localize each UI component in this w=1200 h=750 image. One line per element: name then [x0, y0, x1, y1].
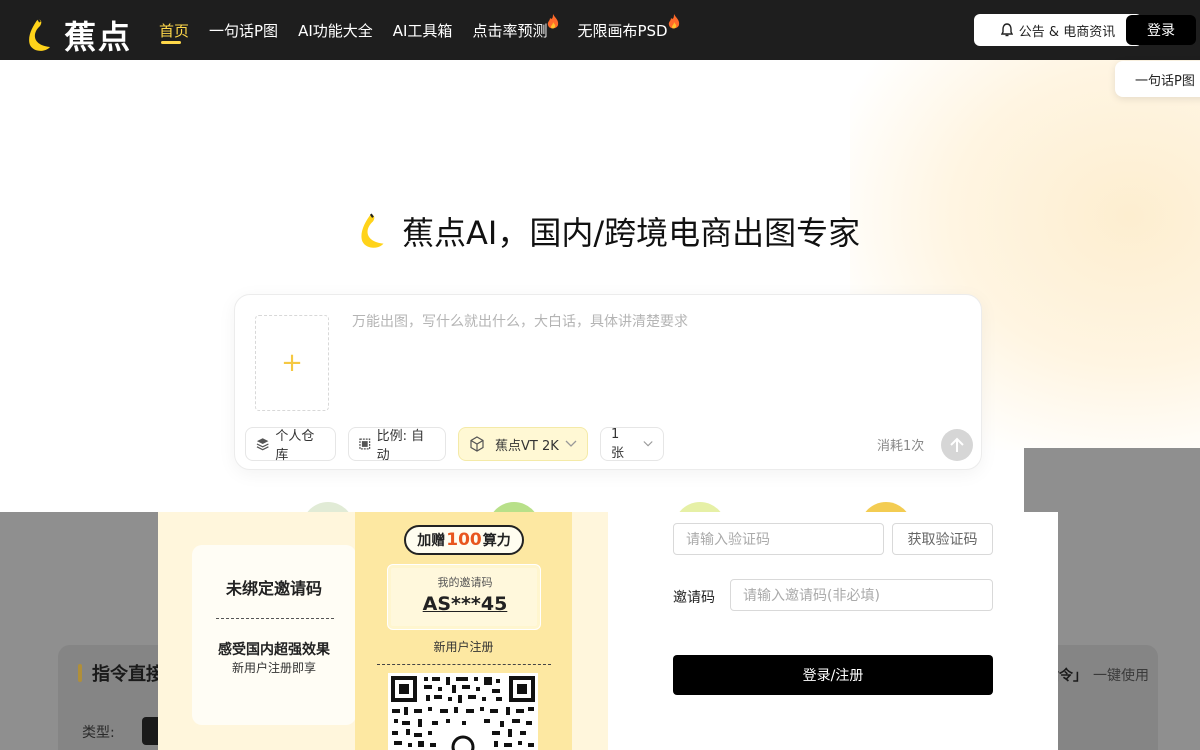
nav-item-one-sentence-edit[interactable]: 一句话P图: [209, 0, 278, 60]
one-click-use-hint[interactable]: 指令」 一键使用: [1045, 665, 1149, 685]
logo[interactable]: 蕉点: [28, 12, 132, 58]
count-select[interactable]: 1张: [600, 427, 664, 461]
prompt-input[interactable]: 万能出图，写什么就出什么，大白话，具体讲清楚要求: [352, 311, 688, 331]
nav-label: 点击率预测: [472, 21, 548, 40]
hero-title: 蕉点AI，国内/跨境电商出图专家: [360, 208, 860, 254]
login-register-button[interactable]: 登录/注册: [673, 655, 993, 695]
banana-logo-icon: [361, 213, 384, 248]
layers-icon: [256, 438, 269, 451]
nav-label: 无限画布PSD: [577, 21, 668, 40]
banana-logo-icon: [29, 18, 50, 51]
arrow-up-icon: [950, 437, 964, 452]
prompt-card: + 万能出图，写什么就出什么，大白话，具体讲清楚要求 个人仓库 比例: 自动 蕉…: [234, 294, 982, 470]
nav-item-ctr-predict[interactable]: 点击率预测: [472, 0, 559, 60]
nav-label: AI工具箱: [392, 21, 453, 40]
main-nav: 首页 一句话P图 AI功能大全 AI工具箱 点击率预测 无限画布PSD: [159, 0, 688, 60]
divider: [377, 664, 551, 665]
personal-library-label: 个人仓库: [275, 429, 315, 463]
model-select[interactable]: 蕉点VT 2K: [458, 427, 588, 461]
invite-code-input[interactable]: 请输入邀请码(非必填): [730, 579, 993, 611]
invite-code-value[interactable]: AS***45: [388, 593, 542, 615]
nav-item-infinite-canvas-psd[interactable]: 无限画布PSD: [577, 0, 679, 60]
login-button[interactable]: 登录: [1126, 15, 1196, 45]
bonus-suffix: 算力: [482, 533, 511, 549]
unbound-invite-text: 未绑定邀请码: [225, 579, 322, 598]
personal-library-button[interactable]: 个人仓库: [245, 427, 336, 463]
instruction-section-heading: 指令直接: [78, 660, 164, 686]
model-label: 蕉点VT 2K: [495, 438, 559, 454]
effect-subtext: 新用户注册即享: [231, 661, 316, 675]
top-nav: 蕉点 首页 一句话P图 AI功能大全 AI工具箱 点击率预测 无限画布PSD 公…: [0, 0, 1200, 60]
bell-icon: [1000, 23, 1013, 37]
image-upload-button[interactable]: +: [255, 315, 329, 411]
cube-icon: [470, 436, 484, 452]
type-label: 类型:: [82, 725, 115, 741]
plus-icon: +: [281, 348, 303, 378]
send-button[interactable]: [941, 429, 973, 461]
invite-code-label: 我的邀请码: [437, 576, 493, 589]
login-form: 请输入验证码 获取验证码 邀请码 请输入邀请码(非必填) 登录/注册: [608, 512, 1058, 750]
nav-item-home[interactable]: 首页: [159, 0, 189, 60]
ratio-select[interactable]: 比例: 自动: [348, 427, 446, 463]
nav-item-ai-toolbox[interactable]: AI工具箱: [393, 0, 453, 60]
one-click-use-link[interactable]: 一键使用: [1093, 668, 1149, 684]
instruction-section-title: 指令直接: [92, 664, 164, 685]
invite-code-field-label: 邀请码: [673, 590, 715, 606]
nav-label: 一句话P图: [209, 21, 279, 40]
new-user-register-text: 新用户注册: [433, 640, 494, 654]
chevron-down-icon: [565, 440, 577, 447]
modal-backdrop: [1024, 448, 1200, 512]
invite-promo-panel: 未绑定邀请码 感受国内超强效果 新用户注册即享 加赠 100 算力 我的邀请码 AS…: [158, 512, 608, 750]
fire-icon: [668, 14, 679, 29]
ratio-label: 比例: 自动: [376, 429, 425, 463]
count-label: 1张: [611, 427, 625, 461]
brand-name: 蕉点: [64, 18, 133, 56]
login-modal: 未绑定邀请码 感受国内超强效果 新用户注册即享 加赠 100 算力 我的邀请码 AS…: [158, 512, 1058, 750]
ratio-icon: [359, 438, 371, 450]
bonus-badge: 加赠 100 算力: [404, 525, 524, 555]
divider: [216, 618, 334, 619]
floating-tag-one-sentence-edit[interactable]: 一句话P图: [1115, 61, 1200, 97]
invite-status-card: 未绑定邀请码 感受国内超强效果 新用户注册即享: [192, 545, 356, 725]
invite-code-box: 我的邀请码 AS***45: [387, 564, 541, 630]
heading-bar: [78, 664, 82, 682]
fire-icon: [548, 14, 559, 29]
effect-text: 感受国内超强效果: [218, 642, 330, 658]
hero-title-text: 蕉点AI，国内/跨境电商出图专家: [402, 214, 861, 252]
qr-code-icon: [388, 673, 538, 750]
get-code-button[interactable]: 获取验证码: [892, 523, 993, 555]
bonus-prefix: 加赠: [417, 533, 446, 549]
notice-button[interactable]: 公告 & 电商资讯: [974, 14, 1142, 46]
notice-label: 公告 & 电商资讯: [1018, 24, 1116, 40]
nav-label: AI功能大全: [298, 21, 373, 40]
nav-item-ai-features[interactable]: AI功能大全: [298, 0, 373, 60]
bonus-number: 100: [446, 530, 482, 550]
chevron-down-icon: [643, 441, 653, 447]
consume-text: 消耗1次: [877, 439, 925, 454]
nav-label: 首页: [159, 21, 190, 40]
verify-code-input[interactable]: 请输入验证码: [673, 523, 884, 555]
invite-code-panel: 加赠 100 算力 我的邀请码 AS***45 新用户注册: [355, 512, 572, 750]
